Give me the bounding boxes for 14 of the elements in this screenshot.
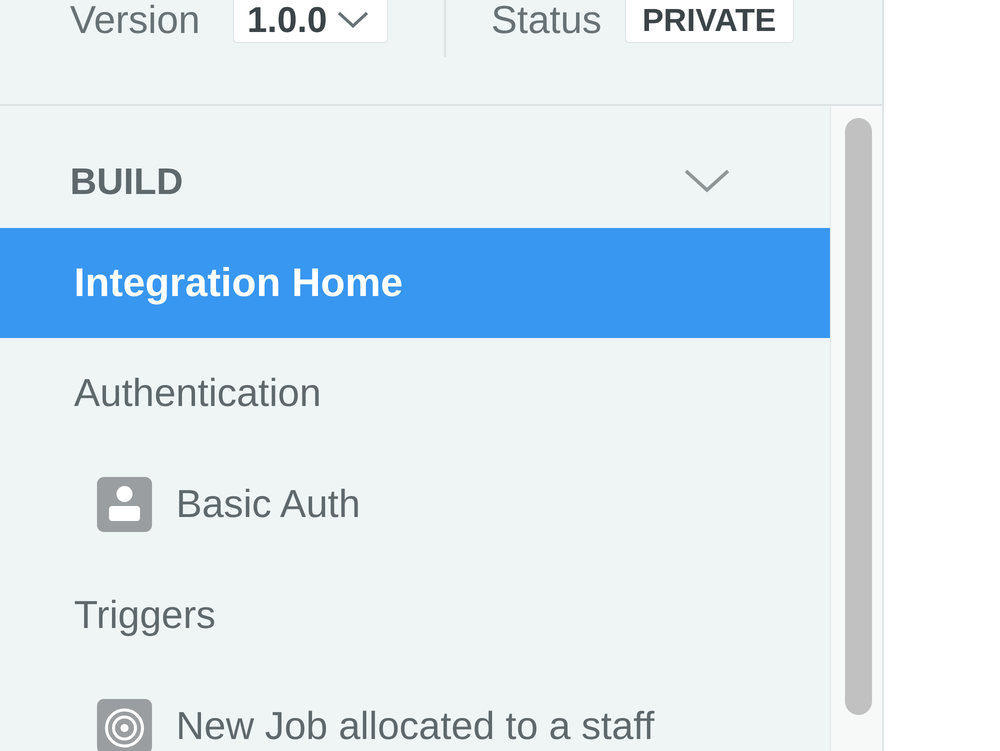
sidebar-item[interactable]: Integration Home: [0, 228, 830, 338]
version-label: Version: [70, 0, 200, 40]
sidebar-item[interactable]: Triggers: [0, 560, 830, 671]
chevron-down-icon: [337, 11, 370, 29]
section-header[interactable]: BUILD: [0, 106, 830, 228]
user-icon: [97, 477, 152, 532]
sidebar-item[interactable]: Authentication: [0, 338, 830, 449]
target-icon: [97, 699, 152, 751]
sidebar-item[interactable]: Basic Auth: [0, 449, 830, 560]
scrollbar-thumb[interactable]: [845, 118, 872, 715]
status-label: Status: [491, 0, 602, 40]
version-dropdown[interactable]: 1.0.0: [233, 0, 388, 43]
status-badge: PRIVATE: [624, 0, 794, 43]
sidebar-item[interactable]: New Job allocated to a staff: [0, 671, 830, 751]
